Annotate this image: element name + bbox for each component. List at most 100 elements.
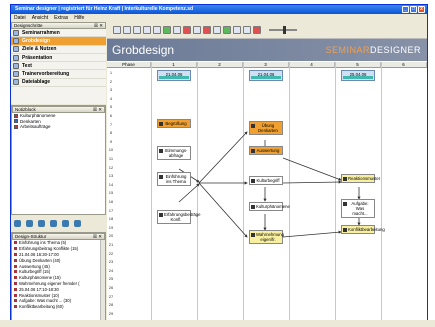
chart-icon: [159, 149, 163, 153]
activity-node[interactable]: Aufgabe: Was macht...: [341, 199, 375, 218]
activity-node[interactable]: Auswertung: [249, 146, 283, 155]
activity-node[interactable]: Übung Denkarten: [249, 121, 283, 135]
bullet-icon: [14, 293, 17, 297]
activity-node[interactable]: Stimmungs-abfrage: [157, 146, 191, 160]
activity-node[interactable]: Kulturbegriff: [249, 176, 283, 185]
add-node-icon[interactable]: [163, 26, 171, 34]
structure-item-label: Übung Denkarten (40): [19, 257, 61, 263]
menu-extras[interactable]: Extras: [54, 14, 68, 22]
folder-icon: [13, 79, 19, 86]
bullet-icon: [14, 281, 17, 285]
copy-icon[interactable]: [173, 26, 181, 34]
nav-item-ziele[interactable]: Ziele & Nutzen: [11, 46, 106, 54]
zoom-slider[interactable]: [269, 26, 297, 34]
bullet-icon: [14, 305, 17, 309]
menu-hilfe[interactable]: Hilfe: [74, 14, 84, 22]
nav-item-label: Seminarrahmen: [22, 29, 60, 36]
stop-icon[interactable]: [253, 26, 261, 34]
nav-item-text[interactable]: Text: [11, 62, 106, 71]
panel-pin-icon[interactable]: ☒ ✕: [94, 23, 103, 28]
new-icon[interactable]: [113, 26, 121, 34]
activity-node[interactable]: Konfliktbearbeitung: [341, 225, 385, 234]
menu-datei[interactable]: Datei: [14, 14, 26, 22]
nav-item-dateiablage[interactable]: Dateiablage: [11, 79, 106, 88]
bullet-icon: [14, 299, 17, 303]
minimize-button[interactable]: _: [402, 6, 409, 13]
frame-icon: [13, 29, 19, 36]
note-icon: [14, 119, 18, 124]
cut-icon[interactable]: [153, 26, 161, 34]
activity-node[interactable]: Reaktionsmuster: [341, 174, 380, 183]
bullet-icon: [14, 247, 17, 251]
node-label: Wahrnehmung eigen/fr.: [256, 232, 285, 242]
check-icon[interactable]: [223, 26, 231, 34]
grid-icon[interactable]: [193, 26, 201, 34]
design-canvas[interactable]: Phase 1 2 3 4 5 6 1 2 3 4 5 6 7 8 9 10 11 12 13 14 15 1…: [107, 62, 427, 324]
main-toolbar: [107, 22, 427, 39]
brand-text-b: DESIGNER: [369, 45, 421, 55]
notizblock-panel: Notizblock ☒ ✕ Kulturphänomene Denkarten …: [11, 105, 106, 215]
tool-icon-1[interactable]: [14, 220, 21, 227]
design-icon: [13, 37, 19, 44]
bullet-icon: [14, 258, 17, 262]
activity-node[interactable]: Kulturphänomene: [249, 202, 290, 211]
structure-scrollbar[interactable]: [100, 240, 105, 323]
bullet-icon: [14, 287, 17, 291]
activity-node[interactable]: Einführung ins Thema: [157, 172, 191, 186]
person-icon: [251, 124, 255, 128]
print-icon[interactable]: [143, 26, 151, 34]
person-icon: [251, 149, 255, 153]
node-label: Kulturphänomene: [256, 204, 290, 209]
activity-node[interactable]: Wahrnehmung eigen/fr.: [249, 230, 285, 244]
menu-ansicht[interactable]: Ansicht: [32, 14, 48, 22]
bullet-icon: [14, 241, 17, 245]
tool-icon-3[interactable]: [38, 220, 45, 227]
structure-list: Einführung ins Thema (5) Erfahrungsbeitra…: [12, 240, 105, 310]
sidebar-toolbar: [11, 217, 106, 231]
activity-node[interactable]: Erfahrungsbeiträge Konfl.: [157, 210, 201, 224]
structure-item-label: Erfahrungsbeitrag Konflikte (15): [19, 246, 79, 252]
connection-arrows: [178, 131, 361, 238]
color-icon[interactable]: [203, 26, 211, 34]
nav-item-label: Text: [22, 62, 32, 69]
trainer-icon: [13, 71, 19, 78]
open-icon[interactable]: [123, 26, 131, 34]
panel-pin-icon[interactable]: ☒ ✕: [93, 234, 102, 239]
structure-item-label: Wahrnehmung eigener fremder (: [19, 280, 80, 286]
text-icon: [13, 62, 19, 69]
design-struktur-panel: Design-Struktur ☒ ✕ Einführung ins Thema …: [11, 232, 106, 324]
panel-title: Notizblock ☒ ✕: [12, 106, 105, 113]
main-area: Grobdesign SEMINARDESIGNER Phase 1 2 3 4…: [107, 22, 427, 325]
panel-title: Design-Struktur ☒ ✕: [12, 233, 105, 240]
presentation-icon: [13, 54, 19, 61]
arrow-icon[interactable]: [233, 26, 241, 34]
note-label: Kulturphänomene: [20, 113, 56, 119]
panel-pin-icon[interactable]: ☒ ✕: [93, 107, 102, 112]
delete-icon[interactable]: [183, 26, 191, 34]
maximize-button[interactable]: □: [410, 6, 417, 13]
structure-item-label: Reaktionsmuster (10): [19, 292, 60, 298]
tool-icon-4[interactable]: [50, 220, 57, 227]
structure-item[interactable]: Konfliktbearbeitung (60): [12, 304, 105, 310]
note-item[interactable]: Arbeitsaufträge: [12, 124, 105, 130]
app-window: Seminar designer | registriert für Heinz…: [10, 4, 428, 326]
tool-icon-6[interactable]: [74, 220, 81, 227]
nav-item-seminarrahmen[interactable]: Seminarrahmen: [11, 29, 106, 38]
save-icon[interactable]: [133, 26, 141, 34]
nav-item-grobdesign[interactable]: Grobdesign: [11, 37, 106, 46]
tool-icon-2[interactable]: [26, 220, 33, 227]
structure-item-label: 21.04.06 16:30-17:00: [19, 251, 59, 257]
nav-item-praesentation[interactable]: Präsentation: [11, 54, 106, 63]
note-label: Arbeitsaufträge: [20, 124, 51, 130]
structure-item-label: Kulturbegriff (15): [19, 269, 51, 275]
nav-item-label: Dateiablage: [22, 79, 51, 86]
close-button[interactable]: x: [418, 6, 425, 13]
note-icon: [14, 113, 18, 118]
nav-item-trainervorbereitung[interactable]: Trainervorbereitung: [11, 70, 106, 79]
page-title: Grobdesign: [112, 43, 175, 57]
activity-node[interactable]: Begrüßung: [157, 119, 191, 128]
tool-icon-5[interactable]: [62, 220, 69, 227]
zoom-icon[interactable]: [243, 26, 251, 34]
panel-title-text: Notizblock: [15, 107, 36, 112]
link-icon[interactable]: [213, 26, 221, 34]
